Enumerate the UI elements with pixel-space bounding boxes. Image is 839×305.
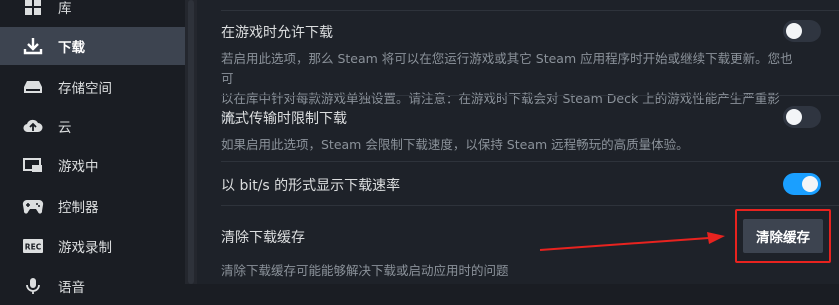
voice-icon	[22, 276, 44, 296]
sidebar-item-controller[interactable]: 控制器	[0, 187, 185, 225]
sidebar-item-label: 存储空间	[58, 81, 112, 97]
svg-text:REC: REC	[25, 243, 42, 252]
sidebar-item-storage[interactable]: 存储空间	[0, 68, 185, 106]
cloud-icon	[22, 116, 44, 136]
clear-download-cache-description: 清除下载缓存可能能够解决下载或启动应用时的问题	[221, 263, 509, 278]
gamepad-icon	[22, 196, 44, 216]
download-icon	[22, 36, 44, 56]
sidebar-scrollbar[interactable]	[185, 0, 197, 284]
sidebar-item-in-game[interactable]: 游戏中	[0, 146, 185, 184]
sidebar-item-label: 下载	[58, 40, 85, 56]
sidebar-item-label: 游戏录制	[58, 240, 112, 256]
annotation-arrow	[539, 232, 725, 251]
storage-drive-icon	[22, 77, 44, 97]
sidebar-item-label: 云	[58, 120, 72, 136]
sidebar-item-label: 控制器	[58, 200, 99, 216]
sidebar-item-label: 库	[58, 1, 72, 17]
sidebar-item-cloud[interactable]: 云	[0, 107, 185, 145]
library-grid-icon	[22, 0, 44, 17]
in-game-overlay-icon	[22, 155, 44, 175]
sidebar-item-voice[interactable]: 语音	[0, 267, 185, 305]
scrollbar-thumb[interactable]	[188, 0, 194, 284]
downloads-settings-panel: 在游戏时允许下载 若启用此选项，那么 Steam 将可以在您运行游戏或其它 St…	[197, 0, 839, 284]
sidebar-item-game-recording[interactable]: REC 游戏录制	[0, 227, 185, 265]
sidebar-item-label: 语音	[58, 280, 85, 296]
settings-sidebar: 库 下载 存储空间 云 游戏中 控制器 REC 游戏录制 语音	[0, 0, 185, 296]
rec-icon: REC	[22, 236, 44, 256]
sidebar-item-label: 游戏中	[58, 159, 99, 175]
sidebar-item-library[interactable]: 库	[0, 0, 185, 26]
sidebar-item-downloads[interactable]: 下载	[0, 27, 185, 65]
